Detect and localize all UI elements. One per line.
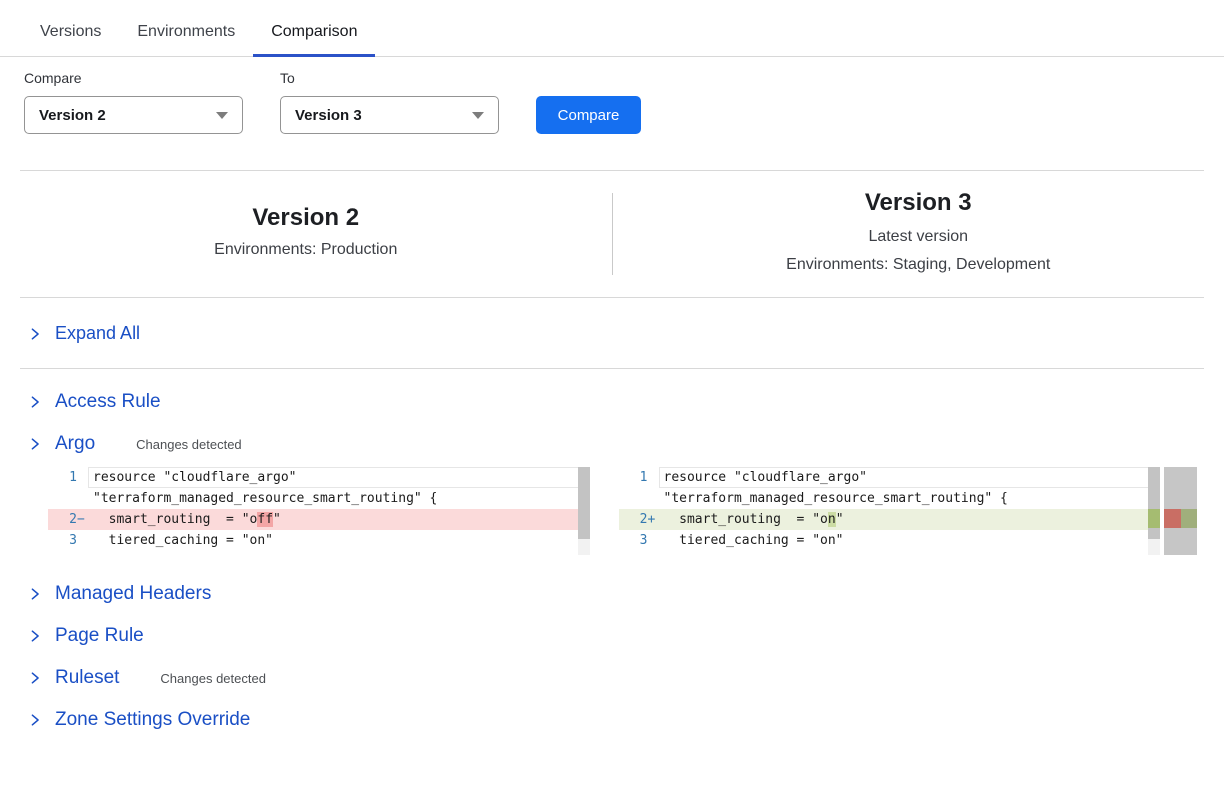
- scrollbar[interactable]: [1148, 467, 1160, 555]
- version-left-column: Version 2 Environments: Production: [0, 204, 612, 264]
- code-line: smart_routing = "off": [88, 509, 590, 530]
- version-left-title: Version 2: [0, 204, 612, 232]
- section-label: Argo: [55, 433, 95, 455]
- diff-row-removed: 2− smart_routing = "off": [48, 509, 590, 530]
- version-right-environments: Environments: Staging, Development: [613, 251, 1224, 279]
- compare-to-label: To: [280, 70, 499, 88]
- diff-overview-ruler: [1164, 467, 1197, 555]
- compare-to-select[interactable]: Version 3: [280, 96, 499, 134]
- section-zone-settings-override[interactable]: Zone Settings Override: [28, 699, 1224, 741]
- diff-row: "terraform_managed_resource_smart_routin…: [48, 488, 590, 509]
- section-label: Zone Settings Override: [55, 709, 250, 731]
- section-managed-headers[interactable]: Managed Headers: [28, 573, 1224, 615]
- chevron-right-icon: [28, 327, 42, 341]
- line-number: 4: [69, 551, 77, 555]
- line-number: 4: [640, 551, 648, 555]
- tab-environments[interactable]: Environments: [119, 23, 253, 57]
- compare-form: Compare Version 2 To Version 3 Compare: [0, 57, 1224, 134]
- chevron-right-icon: [28, 713, 42, 727]
- code-line: }: [88, 551, 590, 555]
- scrollbar-thumb[interactable]: [1148, 467, 1160, 539]
- changes-detected-badge: Changes detected: [160, 671, 266, 686]
- code-line: tiered_caching = "on": [659, 530, 1161, 551]
- caret-down-icon: [472, 112, 484, 119]
- tab-comparison[interactable]: Comparison: [253, 23, 375, 57]
- section-ruleset[interactable]: Ruleset Changes detected: [28, 657, 1224, 699]
- changes-detected-badge: Changes detected: [136, 437, 242, 452]
- ruler-insert-marker: [1181, 509, 1197, 528]
- code-line: resource "cloudflare_argo": [88, 467, 590, 488]
- section-label: Ruleset: [55, 667, 119, 689]
- diff-minus-sign: −: [77, 509, 88, 530]
- expand-all-row[interactable]: Expand All: [28, 323, 1224, 344]
- scrollbar-thumb[interactable]: [578, 467, 590, 539]
- chevron-right-icon: [28, 437, 42, 451]
- divider: [20, 297, 1204, 298]
- chevron-right-icon: [28, 395, 42, 409]
- version-right-column: Version 3 Latest version Environments: S…: [613, 189, 1224, 279]
- section-label: Managed Headers: [55, 583, 211, 605]
- chevron-right-icon: [28, 629, 42, 643]
- diff-row: 3 tiered_caching = "on": [48, 530, 590, 551]
- compare-from-value: Version 2: [39, 107, 106, 124]
- scrollbar[interactable]: [578, 467, 590, 555]
- line-number: 1: [640, 467, 648, 488]
- compare-from-label: Compare: [24, 70, 243, 88]
- diff-row: 1 resource "cloudflare_argo": [619, 467, 1161, 488]
- code-line: }: [659, 551, 1161, 555]
- argo-diff-editor: 1 resource "cloudflare_argo" "terraform_…: [48, 467, 1197, 555]
- tab-versions[interactable]: Versions: [22, 23, 119, 57]
- section-page-rule[interactable]: Page Rule: [28, 615, 1224, 657]
- code-line: resource "cloudflare_argo": [659, 467, 1161, 488]
- chevron-right-icon: [28, 671, 42, 685]
- version-left-environments: Environments: Production: [0, 236, 612, 264]
- scrollbar-insert-marker: [1148, 509, 1160, 528]
- compare-from-select[interactable]: Version 2: [24, 96, 243, 134]
- version-right-subtitle: Latest version: [613, 223, 1224, 251]
- diff-row: "terraform_managed_resource_smart_routin…: [619, 488, 1161, 509]
- changed-chars: ff: [257, 512, 273, 527]
- code-line: "terraform_managed_resource_smart_routin…: [659, 488, 1161, 509]
- compare-button[interactable]: Compare: [536, 96, 641, 134]
- diff-pane-original[interactable]: 1 resource "cloudflare_argo" "terraform_…: [48, 467, 590, 555]
- versions-header: Version 2 Environments: Production Versi…: [0, 171, 1224, 297]
- diff-row: 4 }: [619, 551, 1161, 555]
- diff-pane-modified[interactable]: 1 resource "cloudflare_argo" "terraform_…: [619, 467, 1161, 555]
- compare-to-value: Version 3: [295, 107, 362, 124]
- expand-all-label: Expand All: [55, 323, 140, 344]
- diff-row: 1 resource "cloudflare_argo": [48, 467, 590, 488]
- chevron-right-icon: [28, 587, 42, 601]
- diff-pane-gap: [590, 467, 619, 555]
- changed-chars: n: [828, 512, 836, 527]
- line-number: 2: [69, 509, 77, 530]
- section-label: Page Rule: [55, 625, 144, 647]
- diff-row: 3 tiered_caching = "on": [619, 530, 1161, 551]
- section-label: Access Rule: [55, 391, 161, 413]
- code-line: tiered_caching = "on": [88, 530, 590, 551]
- section-access-rule[interactable]: Access Rule: [28, 381, 1224, 423]
- line-number: 2: [640, 509, 648, 530]
- line-number: 3: [69, 530, 77, 551]
- section-argo[interactable]: Argo Changes detected: [28, 423, 1224, 465]
- line-number: 1: [69, 467, 77, 488]
- diff-row-added: 2+ smart_routing = "on": [619, 509, 1161, 530]
- ruler-delete-marker: [1164, 509, 1181, 528]
- line-number: 3: [640, 530, 648, 551]
- diff-row: 4 }: [48, 551, 590, 555]
- tab-bar: Versions Environments Comparison: [0, 0, 1224, 57]
- code-line: smart_routing = "on": [659, 509, 1161, 530]
- code-line: "terraform_managed_resource_smart_routin…: [88, 488, 590, 509]
- version-right-title: Version 3: [613, 189, 1224, 217]
- caret-down-icon: [216, 112, 228, 119]
- diff-plus-sign: +: [648, 509, 659, 530]
